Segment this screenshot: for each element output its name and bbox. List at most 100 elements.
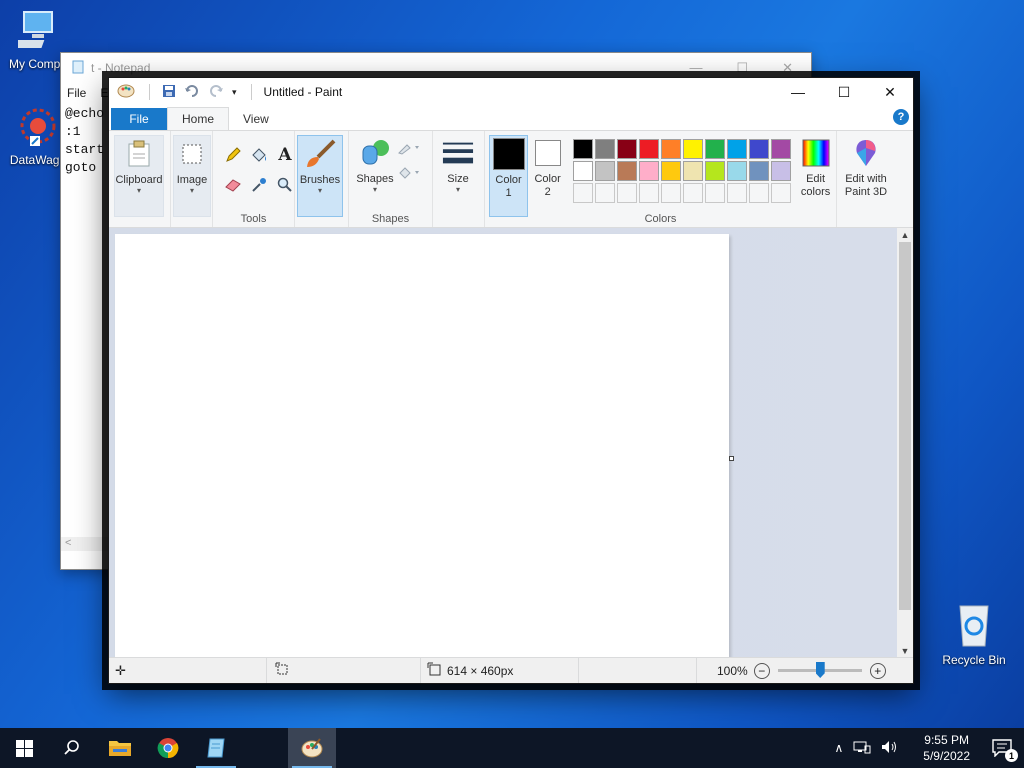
quick-access-toolbar: ▾ xyxy=(117,83,256,102)
palette-swatch[interactable] xyxy=(771,139,792,159)
taskbar-notepad[interactable] xyxy=(192,728,240,768)
magnifier-icon[interactable] xyxy=(273,171,297,199)
clipboard-button[interactable]: Clipboard ▾ xyxy=(114,135,164,217)
clipboard-label: Clipboard xyxy=(115,174,163,186)
zoom-slider-thumb[interactable] xyxy=(815,662,825,678)
drawing-canvas[interactable] xyxy=(115,234,729,660)
volume-icon[interactable] xyxy=(881,740,899,757)
redo-icon[interactable] xyxy=(208,84,224,101)
chevron-down-icon: ▾ xyxy=(372,185,377,194)
taskbar-file-explorer[interactable] xyxy=(96,728,144,768)
palette-swatch[interactable] xyxy=(727,139,748,159)
palette-swatch[interactable] xyxy=(595,139,616,159)
close-button[interactable]: ✕ xyxy=(867,78,913,106)
palette-swatch-empty[interactable] xyxy=(617,183,638,203)
zoom-slider[interactable] xyxy=(777,662,862,678)
pencil-icon[interactable] xyxy=(221,141,245,169)
edit-with-paint3d-button[interactable]: Edit with Paint 3D xyxy=(837,135,895,217)
tab-home[interactable]: Home xyxy=(167,107,230,130)
shapes-button[interactable]: Shapes ▾ xyxy=(353,135,397,217)
canvas-resize-handle[interactable] xyxy=(729,456,734,461)
start-button[interactable] xyxy=(0,728,48,768)
scroll-thumb[interactable] xyxy=(899,242,911,610)
zoom-out-button[interactable]: − xyxy=(753,662,770,679)
search-button[interactable] xyxy=(48,728,96,768)
palette-swatch[interactable] xyxy=(639,139,660,159)
taskbar-paint[interactable] xyxy=(288,728,336,768)
network-icon[interactable] xyxy=(853,740,871,757)
color-picker-icon[interactable] xyxy=(247,171,271,199)
show-hidden-icons-icon[interactable]: ∧ xyxy=(834,741,843,755)
desktop-icon-recycle-bin[interactable]: Recycle Bin xyxy=(936,602,1012,667)
notepad-close-button[interactable]: ✕ xyxy=(782,60,793,76)
palette-swatch[interactable] xyxy=(661,161,682,181)
undo-icon[interactable] xyxy=(184,84,200,101)
palette-swatch[interactable] xyxy=(617,139,638,159)
selection-icon xyxy=(275,662,289,679)
palette-swatch[interactable] xyxy=(705,139,726,159)
action-center-button[interactable]: 1 xyxy=(980,728,1024,768)
palette-swatch-empty[interactable] xyxy=(595,183,616,203)
maximize-button[interactable]: ☐ xyxy=(821,78,867,106)
tab-file[interactable]: File xyxy=(111,108,167,130)
paint-titlebar[interactable]: ▾ Untitled - Paint — ☐ ✕ xyxy=(109,78,913,106)
palette-swatch-empty[interactable] xyxy=(573,183,594,203)
customize-qat-icon[interactable]: ▾ xyxy=(232,87,237,98)
edit-colors-button[interactable]: Edit colors xyxy=(795,135,836,217)
scroll-down-icon[interactable]: ▼ xyxy=(897,644,913,658)
palette-swatch[interactable] xyxy=(771,161,792,181)
palette-swatch[interactable] xyxy=(595,161,616,181)
save-icon[interactable] xyxy=(162,84,176,101)
image-button[interactable]: Image ▾ xyxy=(173,135,211,217)
palette-swatch[interactable] xyxy=(705,161,726,181)
minimize-button[interactable]: — xyxy=(775,78,821,106)
palette-swatch-empty[interactable] xyxy=(771,183,792,203)
clock[interactable]: 9:55 PM 5/9/2022 xyxy=(913,732,980,764)
palette-swatch[interactable] xyxy=(749,161,770,181)
paint-window[interactable]: ▾ Untitled - Paint — ☐ ✕ File Home View … xyxy=(108,77,914,684)
color2-label: Color 2 xyxy=(534,173,561,198)
palette-swatch-empty[interactable] xyxy=(661,183,682,203)
size-button[interactable]: Size ▾ xyxy=(435,135,481,217)
fill-icon[interactable] xyxy=(397,166,421,183)
colors-group-label: Colors xyxy=(644,213,677,225)
palette-swatch[interactable] xyxy=(639,161,660,181)
notepad-maximize-button[interactable]: ☐ xyxy=(736,60,748,76)
palette-swatch[interactable] xyxy=(617,161,638,181)
system-tray: ∧ 9:55 PM 5/9/2022 1 xyxy=(834,728,1024,768)
fill-bucket-icon[interactable] xyxy=(247,141,271,169)
palette-swatch[interactable] xyxy=(661,139,682,159)
palette-swatch-empty[interactable] xyxy=(705,183,726,203)
palette-swatch-empty[interactable] xyxy=(727,183,748,203)
palette-swatch[interactable] xyxy=(749,139,770,159)
palette-swatch-empty[interactable] xyxy=(749,183,770,203)
search-icon xyxy=(64,740,79,755)
palette-swatch-empty[interactable] xyxy=(683,183,704,203)
help-icon[interactable]: ? xyxy=(893,109,909,125)
vertical-scrollbar[interactable]: ▲ ▼ xyxy=(897,228,913,658)
palette-swatch[interactable] xyxy=(573,161,594,181)
notepad-minimize-button[interactable]: — xyxy=(689,60,702,76)
color1-button[interactable]: Color 1 xyxy=(489,135,529,217)
notepad-menu-file[interactable]: File xyxy=(67,86,86,100)
paint-app-icon[interactable] xyxy=(117,83,135,102)
zoom-in-button[interactable]: + xyxy=(869,662,886,679)
move-cursor-icon: ✛ xyxy=(115,662,126,678)
paint3d-icon xyxy=(850,137,882,169)
brushes-button[interactable]: Brushes ▾ xyxy=(297,135,343,217)
text-icon[interactable]: A xyxy=(273,141,297,169)
taskbar-chrome[interactable] xyxy=(144,728,192,768)
tab-view[interactable]: View xyxy=(229,107,283,130)
palette-swatch[interactable] xyxy=(683,139,704,159)
zoom-level: 100% xyxy=(717,663,748,678)
palette-swatch[interactable] xyxy=(683,161,704,181)
palette-swatch[interactable] xyxy=(573,139,594,159)
scroll-up-icon[interactable]: ▲ xyxy=(897,228,913,242)
outline-icon[interactable] xyxy=(397,141,421,158)
palette-swatch[interactable] xyxy=(727,161,748,181)
notepad-hscroll-left[interactable]: < xyxy=(61,537,109,551)
eraser-icon[interactable] xyxy=(221,171,245,199)
chevron-down-icon: ▾ xyxy=(317,186,322,195)
color2-button[interactable]: Color 2 xyxy=(528,135,567,217)
palette-swatch-empty[interactable] xyxy=(639,183,660,203)
